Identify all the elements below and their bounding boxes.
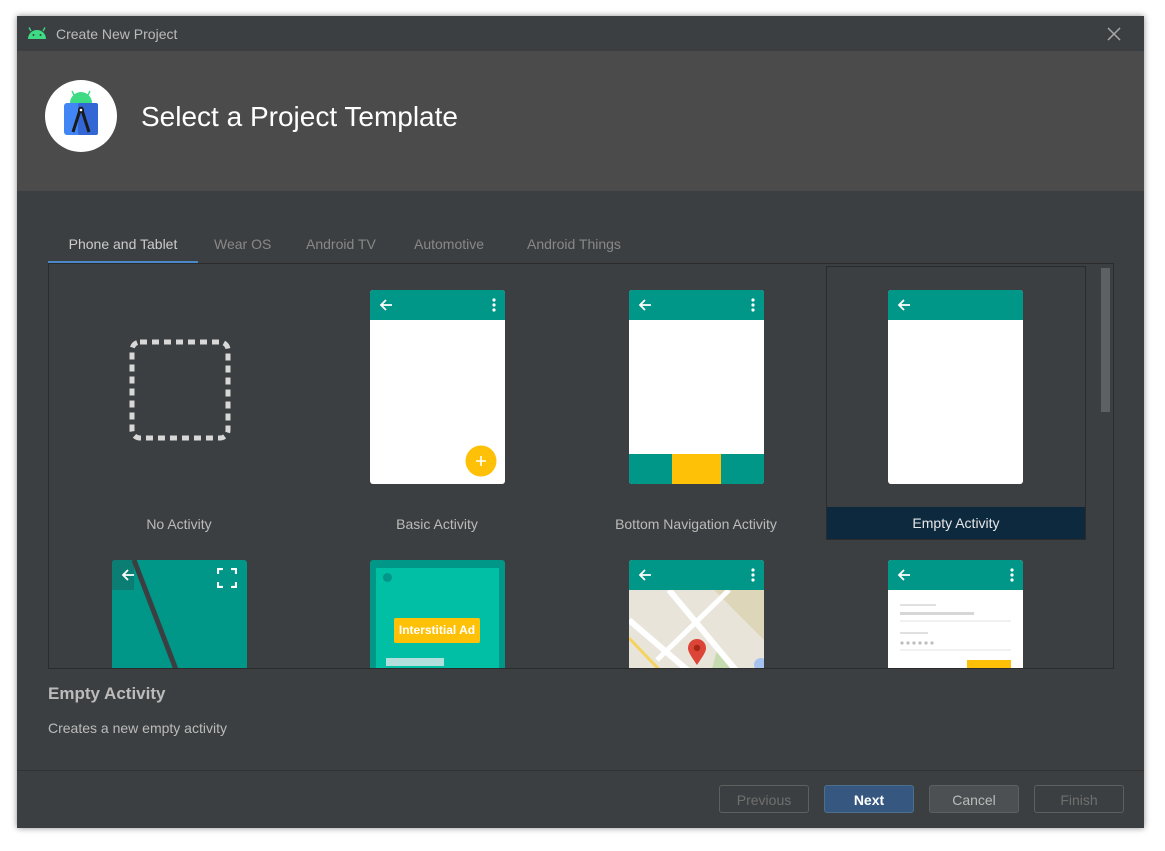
app-bar — [629, 560, 764, 590]
template-basic-activity[interactable]: Basic Activity — [308, 266, 566, 538]
description-text: Creates a new empty activity — [48, 720, 227, 736]
close-icon[interactable] — [1106, 26, 1122, 42]
app-bar — [888, 290, 1023, 320]
android-icon — [27, 26, 47, 44]
back-arrow-icon — [121, 568, 135, 587]
basic-activity-preview — [370, 290, 505, 484]
fullscreen-icon — [216, 567, 238, 593]
login-preview — [888, 560, 1023, 668]
title-bar: Create New Project — [17, 16, 1144, 51]
next-button[interactable]: Next — [824, 785, 914, 813]
bottom-navigation-preview — [629, 290, 764, 484]
ad-panel: Interstitial Ad — [376, 568, 499, 668]
back-arrow-icon — [638, 298, 652, 317]
no-activity-icon — [129, 339, 231, 446]
tab-android-things[interactable]: Android Things — [527, 229, 621, 261]
empty-activity-preview — [888, 290, 1023, 484]
app-bar — [888, 560, 1023, 590]
tab-phone-and-tablet[interactable]: Phone and Tablet — [48, 229, 198, 263]
bottom-nav-active-item — [672, 454, 721, 484]
fab-add-icon — [465, 445, 497, 482]
android-studio-logo — [45, 80, 117, 152]
template-google-maps-activity[interactable] — [567, 538, 825, 668]
gallery-scrollbar[interactable] — [1101, 268, 1110, 412]
template-bottom-navigation-activity[interactable]: Bottom Navigation Activity — [567, 266, 825, 538]
cancel-button[interactable]: Cancel — [929, 785, 1019, 813]
overflow-menu-icon — [1010, 568, 1014, 587]
bottom-nav-bar — [629, 454, 764, 484]
page-title: Select a Project Template — [141, 101, 458, 132]
tab-wear-os[interactable]: Wear OS — [214, 229, 271, 261]
interstitial-ad-badge: Interstitial Ad — [394, 618, 480, 643]
back-arrow-icon — [379, 298, 393, 317]
app-bar — [629, 290, 764, 320]
ad-content-bar — [386, 658, 444, 666]
template-empty-activity[interactable]: Empty Activity — [826, 266, 1086, 540]
previous-button[interactable]: Previous — [719, 785, 809, 813]
back-arrow-icon — [897, 298, 911, 317]
finish-button[interactable]: Finish — [1034, 785, 1124, 813]
login-form-sketch — [900, 604, 1011, 668]
fullscreen-preview — [112, 560, 247, 668]
template-no-activity[interactable]: No Activity — [50, 266, 308, 538]
interstitial-ad-preview: Interstitial Ad — [370, 560, 505, 668]
dialog-footer: Previous Next Cancel Finish — [17, 770, 1144, 828]
template-label: Empty Activity — [827, 507, 1085, 539]
template-label: Bottom Navigation Activity — [615, 516, 777, 532]
template-login-activity[interactable] — [826, 538, 1084, 668]
back-arrow-icon — [897, 568, 911, 587]
overflow-menu-icon — [751, 568, 755, 587]
template-label: No Activity — [146, 516, 212, 532]
template-gallery: No Activity Basic Activity Bottom Naviga… — [48, 263, 1114, 669]
maps-preview — [629, 560, 764, 668]
map-pin-icon — [687, 638, 707, 668]
tab-android-tv[interactable]: Android TV — [306, 229, 376, 261]
template-fullscreen-activity[interactable] — [50, 538, 308, 668]
dot-icon — [383, 573, 392, 582]
description-title: Empty Activity — [48, 684, 166, 703]
overflow-menu-icon — [492, 298, 496, 317]
template-label: Basic Activity — [396, 516, 478, 532]
create-project-dialog: Create New Project Select a Project Temp… — [17, 16, 1144, 828]
app-bar — [370, 290, 505, 320]
template-interstitial-ad[interactable]: Interstitial Ad — [308, 538, 566, 668]
template-description: Empty Activity Creates a new empty activ… — [48, 684, 227, 736]
tab-automotive[interactable]: Automotive — [414, 229, 484, 261]
window-title: Create New Project — [56, 26, 178, 42]
overflow-menu-icon — [751, 298, 755, 317]
header-banner: Select a Project Template — [17, 51, 1144, 191]
back-arrow-icon — [638, 568, 652, 587]
